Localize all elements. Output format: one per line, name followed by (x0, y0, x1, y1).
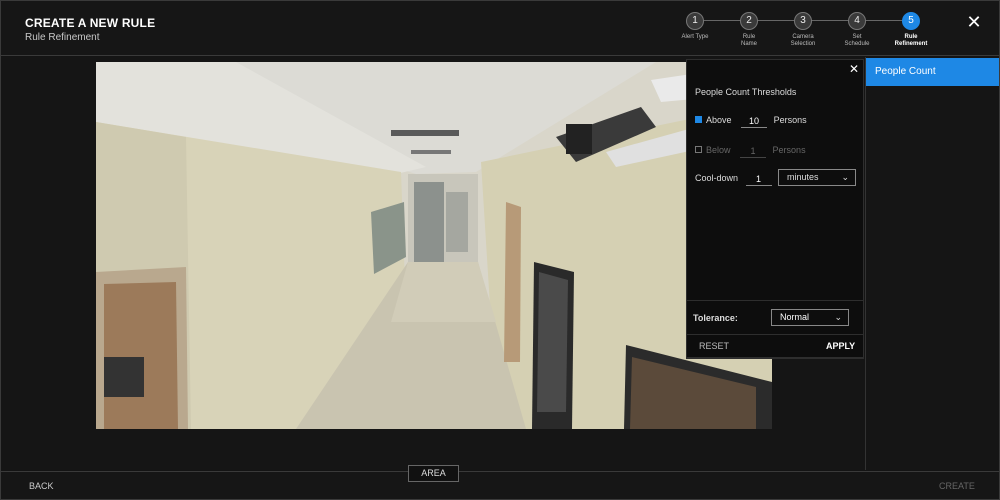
back-button[interactable]: BACK (29, 481, 54, 491)
step-label: Alert Type (681, 34, 709, 40)
wizard-footer: BACK CREATE (1, 471, 999, 499)
step-set-schedule[interactable]: 4 Set Schedule (830, 10, 884, 48)
cooldown-label: Cool-down (695, 173, 739, 183)
camera-snapshot[interactable] (96, 62, 772, 429)
above-threshold-row: Above 10 Persons (695, 112, 807, 128)
step-label: Rule Name (740, 34, 757, 47)
step-rule-refinement[interactable]: 5 Rule Refinement (884, 10, 938, 48)
chevron-down-icon: ⌄ (834, 312, 842, 322)
panel-title: People Count Thresholds (695, 87, 797, 97)
page-subtitle: Rule Refinement (25, 32, 100, 43)
step-label: Camera Selection (790, 34, 816, 47)
below-label: Below (706, 145, 731, 155)
step-alert-type[interactable]: 1 Alert Type (668, 10, 722, 41)
step-label: Set Schedule (844, 34, 870, 47)
area-tab[interactable]: AREA (408, 465, 459, 482)
tolerance-label: Tolerance: (693, 313, 738, 323)
cooldown-unit-select[interactable]: minutes ⌄ (778, 169, 856, 186)
panel-footer: Tolerance: Normal ⌄ RESET APPLY (686, 300, 864, 358)
step-number: 3 (794, 12, 812, 30)
below-checkbox[interactable] (695, 146, 702, 154)
step-number: 2 (740, 12, 758, 30)
above-unit: Persons (773, 115, 807, 125)
step-number: 4 (848, 12, 866, 30)
below-unit: Persons (772, 145, 806, 155)
close-icon[interactable]: ✕ (849, 62, 859, 76)
tolerance-value: Normal (780, 312, 810, 322)
chevron-down-icon: ⌄ (841, 172, 849, 182)
above-label: Above (706, 115, 732, 125)
tolerance-select[interactable]: Normal ⌄ (771, 309, 849, 326)
below-value-input[interactable]: 1 (740, 144, 767, 158)
divider (687, 334, 863, 335)
step-number: 1 (686, 12, 704, 30)
step-camera-selection[interactable]: 3 Camera Selection (776, 10, 830, 48)
close-icon[interactable]: ✕ (965, 13, 983, 31)
apply-button[interactable]: APPLY (826, 341, 855, 351)
above-checkbox[interactable] (695, 116, 702, 124)
wizard-header: CREATE A NEW RULE Rule Refinement 1 Aler… (1, 1, 999, 56)
reset-button[interactable]: RESET (699, 341, 729, 351)
hallway-camera-image (96, 62, 772, 429)
step-label: Rule Refinement (894, 34, 928, 47)
step-number: 5 (902, 12, 920, 30)
cooldown-value-input[interactable]: 1 (745, 172, 772, 186)
step-rule-name[interactable]: 2 Rule Name (722, 10, 776, 48)
below-threshold-row: Below 1 Persons (695, 142, 806, 158)
wizard-stepper: 1 Alert Type 2 Rule Name 3 Camera Select… (668, 10, 938, 52)
cooldown-unit-value: minutes (787, 172, 819, 182)
page-title: CREATE A NEW RULE (25, 16, 156, 30)
sidebar-item-people-count[interactable]: People Count (866, 58, 999, 86)
cooldown-row: Cool-down 1 (695, 170, 776, 186)
above-value-input[interactable]: 10 (741, 114, 768, 128)
create-button[interactable]: CREATE (939, 481, 975, 491)
rule-sidebar: People Count (865, 57, 999, 470)
